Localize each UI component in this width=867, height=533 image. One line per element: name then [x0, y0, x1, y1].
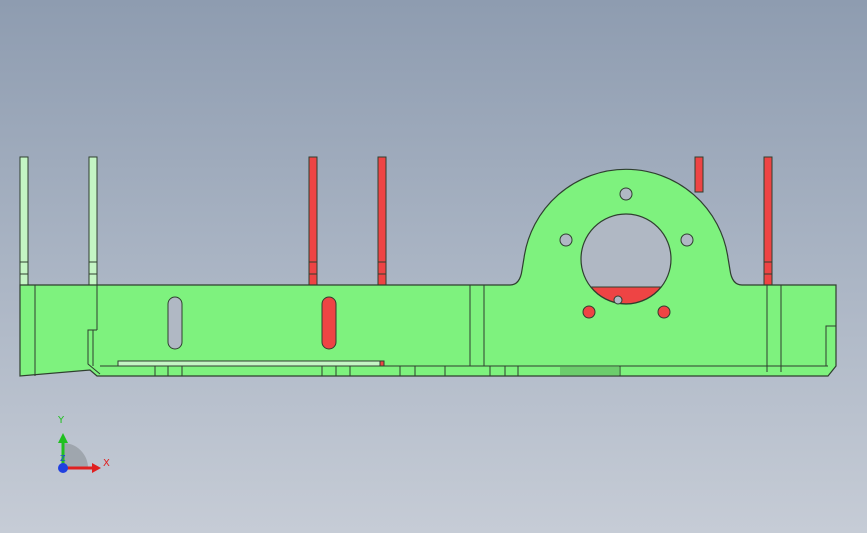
slot-red[interactable]	[321, 296, 337, 350]
z-axis-dot-icon	[58, 463, 68, 473]
flange-red-2	[377, 156, 387, 286]
flange-red-4	[763, 156, 773, 286]
slot-left[interactable]	[167, 296, 183, 350]
reference-triad	[58, 433, 101, 473]
3d-viewport[interactable]: Y X Z	[0, 0, 867, 533]
mount-hole-right[interactable]	[680, 233, 694, 247]
mount-hole-bottom-right[interactable]	[657, 305, 671, 319]
mount-hole-left[interactable]	[559, 233, 573, 247]
flange-red-3	[694, 156, 704, 193]
left-flanges	[19, 156, 98, 286]
flange-red-1	[308, 156, 318, 286]
y-axis-arrow-icon	[58, 433, 68, 443]
triad-y-label: Y	[58, 415, 65, 426]
triad-x-label: X	[103, 458, 110, 469]
mount-hole-top[interactable]	[619, 187, 633, 201]
base-plate[interactable]	[19, 168, 837, 377]
bottom-shadow	[560, 367, 620, 375]
flange-left-2	[88, 156, 98, 286]
mount-hole-bottom-left[interactable]	[582, 305, 596, 319]
cad-model[interactable]	[0, 0, 867, 533]
triad-z-label: Z	[60, 454, 66, 463]
flange-left-1	[19, 156, 29, 286]
x-axis-arrow-icon	[92, 463, 101, 473]
